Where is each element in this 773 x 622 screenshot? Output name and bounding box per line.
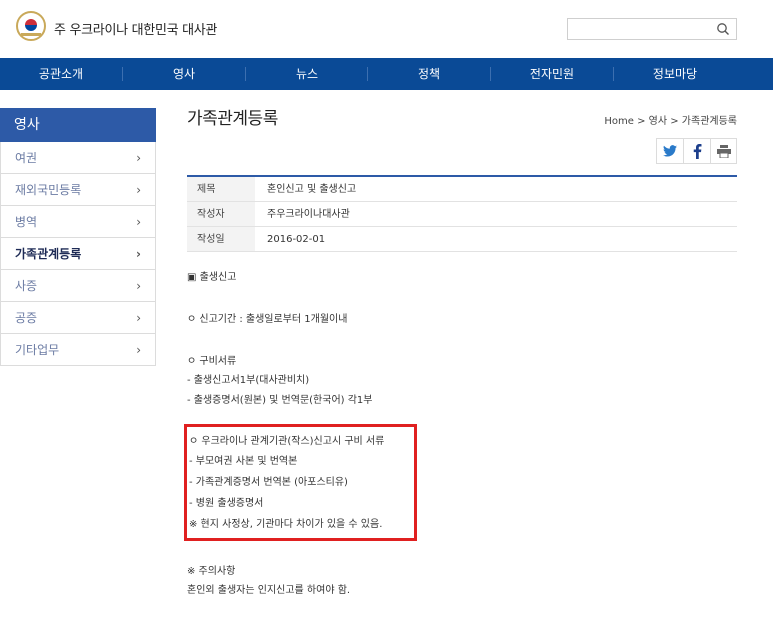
highlight-box: ㅇ 우크라이나 관계기관(작스)신고시 구비 서류 - 부모여권 사본 및 번역…: [184, 424, 417, 541]
body-line: 혼인외 출생자는 인지신고를 하여야 함.: [187, 585, 351, 596]
meta-row-date: 작성일 2016-02-01: [187, 227, 737, 252]
site-title[interactable]: 주 우크라이나 대한민국 대사관: [54, 19, 217, 38]
chevron-right-icon: ›: [136, 151, 141, 165]
sidebar-title: 영사: [0, 108, 156, 142]
page-title: 가족관계등록: [187, 109, 278, 129]
meta-value: 2016-02-01: [267, 234, 326, 245]
meta-label: 작성일: [187, 227, 255, 251]
meta-row-subject: 제목 혼인신고 및 출생신고: [187, 177, 737, 202]
meta-label: 제목: [187, 177, 255, 201]
nav-item-about[interactable]: 공관소개: [0, 58, 122, 90]
sidebar-item-label: 기타업무: [15, 343, 60, 357]
chevron-right-icon: ›: [136, 247, 141, 261]
chevron-right-icon: ›: [136, 343, 141, 357]
body-line: ㅇ 신고기간 : 출생일로부터 1개월이내: [187, 314, 348, 325]
sidebar: 영사 여권 › 재외국민등록 › 병역 › 가족관계등록 › 사증 › 공증 ›…: [0, 108, 156, 366]
print-button[interactable]: [710, 138, 737, 164]
meta-value: 혼인신고 및 출생신고: [267, 184, 357, 195]
facebook-share-button[interactable]: [683, 138, 710, 164]
chevron-right-icon: ›: [136, 311, 141, 325]
search-input[interactable]: [567, 18, 737, 40]
nav-item-info[interactable]: 정보마당: [614, 58, 736, 90]
nav-item-consular[interactable]: 영사: [123, 58, 245, 90]
body-line: - 가족관계증명서 번역본 (아포스티유): [189, 477, 348, 488]
sidebar-item-other[interactable]: 기타업무 ›: [0, 334, 156, 366]
chevron-right-icon: ›: [136, 215, 141, 229]
sidebar-item-passport[interactable]: 여권 ›: [0, 142, 156, 174]
body-line: - 부모여권 사본 및 번역본: [189, 456, 298, 467]
sidebar-item-military[interactable]: 병역 ›: [0, 206, 156, 238]
section-title: ▣ 출생신고: [187, 272, 237, 283]
sidebar-item-label: 여권: [15, 151, 38, 165]
sidebar-item-label: 사증: [15, 279, 38, 293]
header: 주 우크라이나 대한민국 대사관: [0, 0, 773, 58]
body-line: - 병원 출생증명서: [189, 498, 264, 509]
main-nav: 공관소개 영사 뉴스 정책 전자민원 정보마당: [0, 58, 773, 90]
sidebar-item-label: 가족관계등록: [15, 247, 82, 261]
sidebar-item-notary[interactable]: 공증 ›: [0, 302, 156, 334]
twitter-icon: [663, 145, 677, 157]
share-toolbar: [656, 138, 737, 164]
post-meta-table: 제목 혼인신고 및 출생신고 작성자 주우크라이나대사관 작성일 2016-02…: [187, 175, 737, 252]
chevron-right-icon: ›: [136, 183, 141, 197]
sidebar-item-overseas-registration[interactable]: 재외국민등록 ›: [0, 174, 156, 206]
breadcrumb[interactable]: Home > 영사 > 가족관계등록: [604, 112, 737, 127]
body-line: ㅇ 구비서류: [187, 356, 237, 367]
body-line: ※ 현지 사정상, 기관마다 차이가 있을 수 있음.: [189, 519, 383, 530]
sidebar-item-label: 공증: [15, 311, 38, 325]
facebook-icon: [693, 143, 701, 159]
nav-item-e-civil[interactable]: 전자민원: [491, 58, 613, 90]
print-icon: [716, 144, 731, 158]
sidebar-item-label: 병역: [15, 215, 38, 229]
twitter-share-button[interactable]: [656, 138, 683, 164]
meta-row-author: 작성자 주우크라이나대사관: [187, 202, 737, 227]
search-icon[interactable]: [716, 22, 730, 36]
sidebar-item-visa[interactable]: 사증 ›: [0, 270, 156, 302]
body-line: - 출생증명서(원본) 및 번역문(한국어) 각1부: [187, 395, 373, 406]
sidebar-item-family-registration[interactable]: 가족관계등록 ›: [0, 238, 156, 270]
body-line: ※ 주의사항: [187, 566, 236, 577]
nav-item-news[interactable]: 뉴스: [246, 58, 368, 90]
chevron-right-icon: ›: [136, 279, 141, 293]
body-line: ㅇ 우크라이나 관계기관(작스)신고시 구비 서류: [189, 436, 385, 447]
meta-label: 작성자: [187, 202, 255, 226]
body-line: - 출생신고서1부(대사관비치): [187, 375, 310, 386]
meta-value: 주우크라이나대사관: [267, 209, 350, 220]
nav-item-policy[interactable]: 정책: [368, 58, 490, 90]
sidebar-item-label: 재외국민등록: [15, 183, 82, 197]
embassy-logo-icon[interactable]: [16, 11, 46, 41]
